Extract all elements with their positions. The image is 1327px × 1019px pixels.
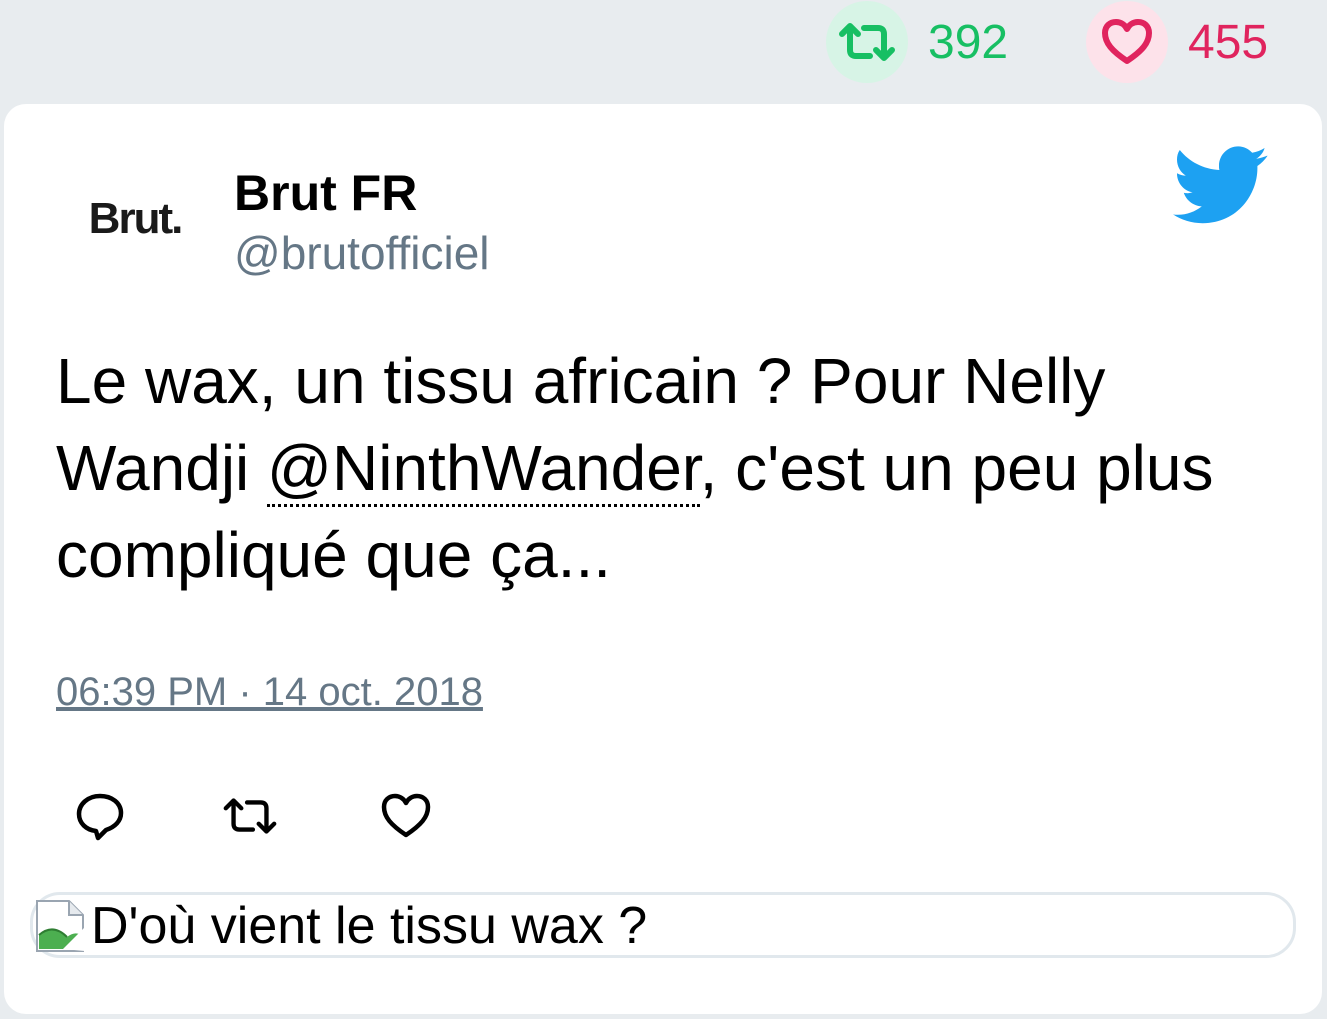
engagement-bar: 392 455	[0, 0, 1327, 100]
reply-icon[interactable]	[70, 786, 130, 846]
heart-icon[interactable]	[1086, 1, 1168, 83]
author-handle[interactable]: @brutofficiel	[234, 226, 490, 280]
like-count: 455	[1188, 15, 1269, 69]
author-name[interactable]: Brut FR	[234, 164, 417, 222]
like-action-icon[interactable]	[376, 786, 436, 846]
media-preview[interactable]: D'où vient le tissu wax ?	[30, 892, 1296, 958]
retweet-stat[interactable]: 392	[826, 0, 1008, 84]
tweet-text: Le wax, un tissu africain ? Pour Nelly W…	[56, 338, 1276, 599]
retweet-count: 392	[928, 15, 1009, 69]
tweet-timestamp[interactable]: 06:39 PM · 14 oct. 2018	[56, 670, 483, 715]
media-alt-text: D'où vient le tissu wax ?	[91, 897, 648, 955]
broken-image-icon	[33, 897, 91, 955]
mention-link[interactable]: @NinthWander	[267, 432, 700, 507]
like-stat[interactable]: 455	[1086, 0, 1268, 84]
retweet-icon[interactable]	[826, 1, 908, 83]
retweet-action-icon[interactable]	[220, 786, 280, 846]
avatar[interactable]: Brut.	[76, 164, 194, 274]
avatar-logo-text: Brut.	[88, 194, 184, 243]
twitter-bird-icon[interactable]	[1172, 146, 1270, 231]
